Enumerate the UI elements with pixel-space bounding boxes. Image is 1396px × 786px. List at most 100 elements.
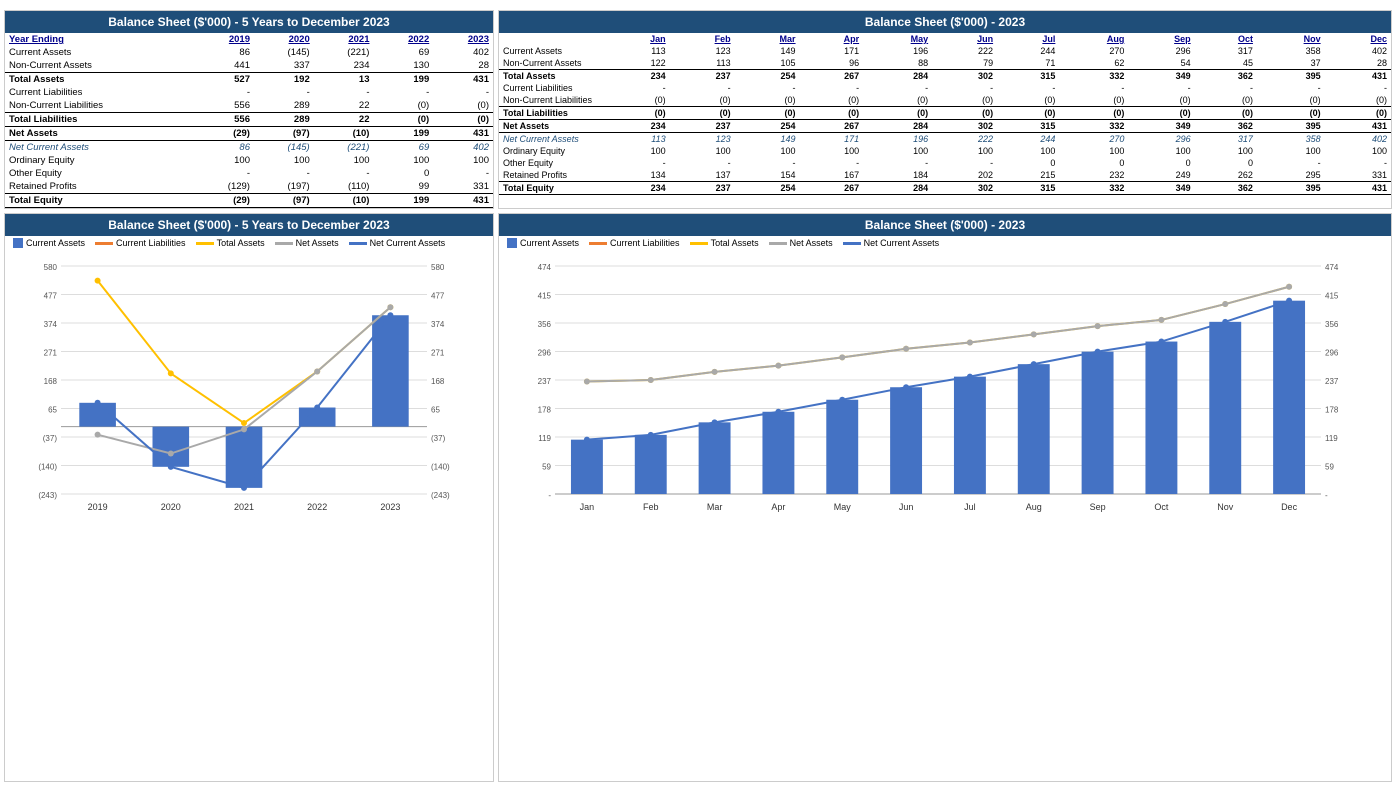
row-value: (0) [1195, 107, 1257, 120]
row-label: Total Liabilities [499, 107, 606, 120]
table-row: Total Equity2342372542672843023153323493… [499, 182, 1391, 195]
right-table-title: Balance Sheet ($'000) - 2023 [499, 11, 1391, 33]
row-value: 149 [735, 45, 800, 57]
charts-row: Balance Sheet ($'000) - 5 Years to Decem… [4, 213, 1392, 782]
row-value: - [433, 86, 493, 99]
legend-net-current-assets: Net Current Assets [349, 238, 446, 248]
row-value: - [1059, 82, 1128, 94]
row-value: 349 [1128, 120, 1194, 133]
tables-row: Balance Sheet ($'000) - 5 Years to Decem… [4, 10, 1392, 209]
row-value: 171 [800, 133, 864, 146]
row-value: 317 [1195, 133, 1257, 146]
col-header: Dec [1325, 33, 1391, 45]
table-row: Total Assets2342372542672843023153323493… [499, 70, 1391, 83]
row-value: - [314, 167, 374, 180]
row-value: (0) [800, 94, 864, 107]
col-2020: 2020 [254, 33, 314, 46]
row-value: 362 [1195, 70, 1257, 83]
row-value: (10) [314, 194, 374, 208]
svg-text:168: 168 [431, 377, 445, 386]
row-value: 28 [433, 59, 493, 73]
row-value: 196 [863, 133, 932, 146]
row-value: 315 [997, 182, 1059, 195]
row-value: - [1257, 82, 1325, 94]
right-chart-svg: --59591191191781782372372962963563564154… [503, 254, 1373, 524]
row-value: 254 [735, 120, 800, 133]
row-value: - [606, 82, 670, 94]
svg-text:356: 356 [538, 320, 552, 329]
row-value: - [735, 82, 800, 94]
legend-line-current-liabilities [95, 242, 113, 245]
row-value: 270 [1059, 133, 1128, 146]
row-value: 234 [606, 70, 670, 83]
svg-text:Jan: Jan [580, 502, 595, 512]
right-legend-label-total-assets: Total Assets [711, 238, 759, 248]
row-label: Non-Current Liabilities [499, 94, 606, 107]
svg-text:Nov: Nov [1217, 502, 1234, 512]
table-row: Current Assets86(145)(221)69402 [5, 46, 493, 59]
row-value: 267 [800, 182, 864, 195]
right-chart-area: --59591191191781782372372962963563564154… [499, 250, 1391, 531]
col-header: Feb [670, 33, 735, 45]
svg-text:237: 237 [538, 377, 552, 386]
right-legend-line-current-liabilities [589, 242, 607, 245]
row-value: (0) [670, 107, 735, 120]
row-label: Net Assets [5, 127, 194, 141]
svg-text:Dec: Dec [1281, 502, 1298, 512]
svg-text:59: 59 [542, 463, 551, 472]
row-value: 270 [1059, 45, 1128, 57]
row-value: (197) [254, 180, 314, 194]
row-label: Non-Current Assets [499, 57, 606, 70]
col-header: May [863, 33, 932, 45]
row-value: 122 [606, 57, 670, 70]
row-value: - [1325, 157, 1391, 169]
row-label: Total Assets [499, 70, 606, 83]
col-2019: 2019 [194, 33, 254, 46]
left-table-title: Balance Sheet ($'000) - 5 Years to Decem… [5, 11, 493, 33]
row-value: 349 [1128, 182, 1194, 195]
row-value: 196 [863, 45, 932, 57]
row-value: 199 [373, 194, 433, 208]
row-value: (0) [932, 107, 997, 120]
right-legend-total-assets: Total Assets [690, 238, 759, 248]
col-header: Nov [1257, 33, 1325, 45]
table-row: Current Assets11312314917119622224427029… [499, 45, 1391, 57]
table-row: Retained Profits134137154167184202215232… [499, 169, 1391, 182]
row-value: (0) [1257, 107, 1325, 120]
row-value: - [1257, 157, 1325, 169]
row-value: - [1195, 82, 1257, 94]
row-value: 99 [373, 180, 433, 194]
row-value: 302 [932, 120, 997, 133]
left-chart-panel: Balance Sheet ($'000) - 5 Years to Decem… [4, 213, 494, 782]
row-value: - [433, 167, 493, 180]
svg-text:178: 178 [538, 406, 552, 415]
row-value: 254 [735, 70, 800, 83]
svg-text:Aug: Aug [1026, 502, 1042, 512]
row-value: (0) [997, 107, 1059, 120]
right-legend-line-net-current-assets [843, 242, 861, 245]
table-row: Net Assets234237254267284302315332349362… [499, 120, 1391, 133]
svg-text:Apr: Apr [771, 502, 785, 512]
row-label: Net Current Assets [499, 133, 606, 146]
svg-text:356: 356 [1325, 320, 1339, 329]
row-value: 302 [932, 70, 997, 83]
row-value: (0) [800, 107, 864, 120]
row-value: (0) [670, 94, 735, 107]
row-value: (0) [606, 94, 670, 107]
row-value: (10) [314, 127, 374, 141]
row-value: 289 [254, 113, 314, 127]
row-value: 100 [314, 154, 374, 167]
svg-text:374: 374 [44, 320, 58, 329]
table-row: Non-Current Assets44133723413028 [5, 59, 493, 73]
table-row: Other Equity------0000-- [499, 157, 1391, 169]
row-value: (0) [863, 107, 932, 120]
row-value: 431 [433, 194, 493, 208]
row-label: Other Equity [499, 157, 606, 169]
row-value: 0 [1059, 157, 1128, 169]
col-header: Oct [1195, 33, 1257, 45]
row-value: 332 [1059, 182, 1128, 195]
right-legend-label-net-current-assets: Net Current Assets [864, 238, 940, 248]
row-value: 402 [433, 141, 493, 155]
legend-bar-current-assets [13, 238, 23, 248]
row-value: 137 [670, 169, 735, 182]
